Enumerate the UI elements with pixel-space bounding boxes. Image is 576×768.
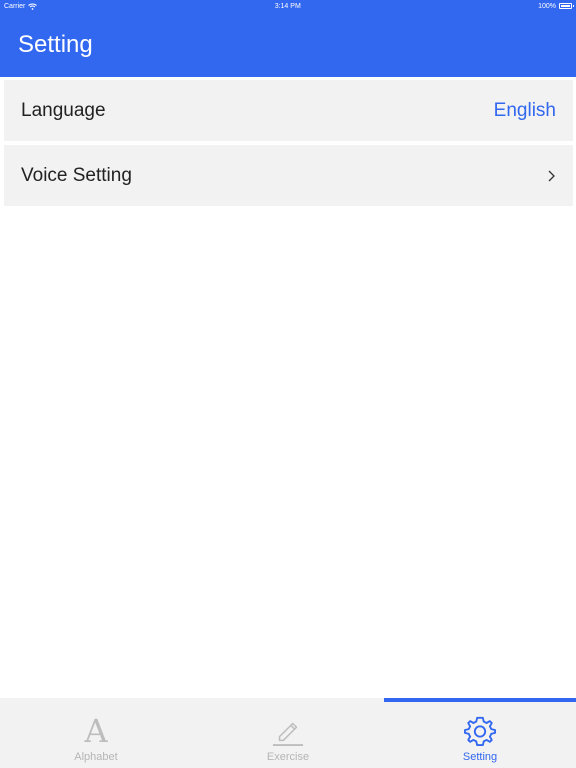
tab-label-setting: Setting	[462, 751, 498, 763]
status-bar: Carrier 3:14 PM 100%	[0, 0, 576, 12]
battery-icon	[559, 3, 574, 9]
status-left: Carrier	[4, 2, 38, 10]
voice-setting-label: Voice Setting	[21, 164, 132, 186]
language-row[interactable]: Language English	[4, 80, 573, 141]
pencil-icon	[272, 715, 304, 747]
language-value: English	[493, 99, 556, 121]
battery-level	[561, 5, 570, 7]
tab-label-alphabet: Alphabet	[74, 751, 118, 763]
wifi-icon	[28, 3, 38, 10]
tab-alphabet[interactable]: A Alphabet	[0, 698, 192, 768]
battery-percent: 100%	[538, 2, 556, 10]
tab-setting[interactable]: Setting	[384, 698, 576, 768]
voice-setting-row[interactable]: Voice Setting	[4, 145, 573, 206]
letter-a-glyph: A	[84, 712, 108, 750]
language-label: Language	[21, 99, 106, 121]
letter-a-icon: A	[80, 715, 112, 747]
tab-label-exercise: Exercise	[266, 751, 310, 763]
nav-bar: Setting	[0, 12, 576, 77]
status-time: 3:14 PM	[274, 2, 301, 10]
tab-exercise[interactable]: Exercise	[192, 698, 384, 768]
settings-list: Language English Voice Setting	[4, 80, 573, 210]
tab-bar: A Alphabet Exercise Setting	[0, 698, 576, 768]
gear-icon	[464, 715, 496, 747]
page-title: Setting	[18, 31, 93, 58]
status-right: 100%	[538, 2, 574, 10]
chevron-right-icon	[548, 170, 555, 181]
carrier-label: Carrier	[4, 2, 26, 10]
active-tab-indicator	[384, 698, 576, 702]
